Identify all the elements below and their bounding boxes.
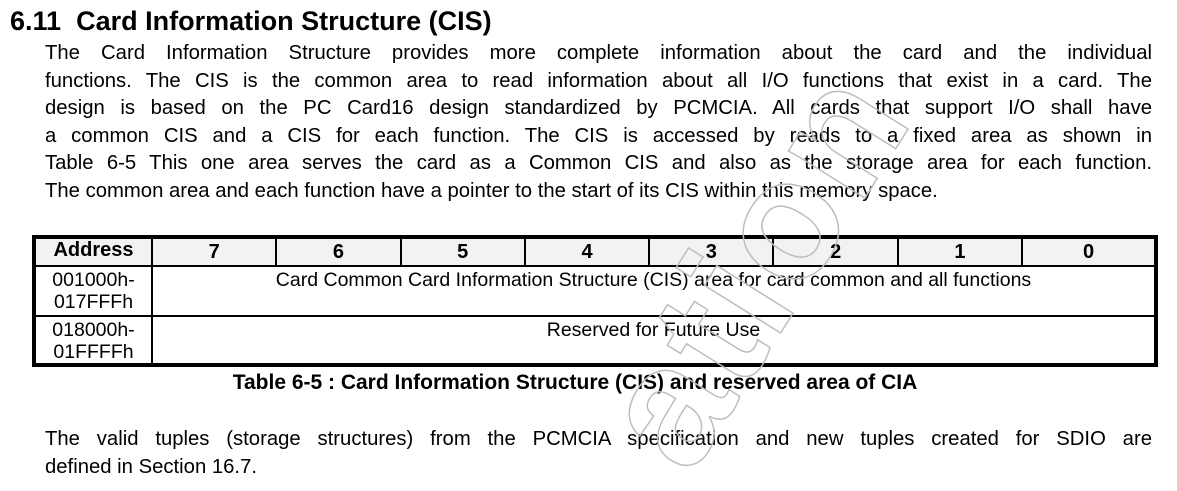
paragraph-line: a common CIS and a CIS for each function… <box>45 124 1152 147</box>
table-row: 001000h- 017FFFh Card Common Card Informa… <box>33 265 1157 317</box>
intro-paragraph: The Card Information Structure provides … <box>45 40 1152 206</box>
address-start: 018000h- <box>52 319 135 341</box>
cis-table: Address 7 6 5 4 3 2 1 0 001000h- 017FFFh … <box>32 235 1158 367</box>
address-end: 01FFFFh <box>53 341 134 363</box>
header-bit-5: 5 <box>399 236 526 267</box>
content-cell: Card Common Card Information Structure (… <box>151 265 1157 317</box>
paragraph-line: design is based on the PC Card16 design … <box>45 97 1152 120</box>
paragraph-line: The common area and each function have a… <box>45 179 938 202</box>
paragraph-line: Table 6-5 This one area serves the card … <box>45 152 1152 175</box>
document-page: 6.11 Card Information Structure (CIS) Th… <box>0 0 1177 488</box>
header-bit-2: 2 <box>772 236 899 267</box>
header-bit-3: 3 <box>648 236 775 267</box>
paragraph-line: defined in Section 16.7. <box>45 455 257 478</box>
address-start: 001000h- <box>52 269 135 291</box>
content-cell: Reserved for Future Use <box>151 315 1157 366</box>
header-bit-6: 6 <box>275 236 402 267</box>
tuples-paragraph: The valid tuples (storage structures) fr… <box>45 426 1152 481</box>
header-bit-4: 4 <box>523 236 651 267</box>
header-address: Address <box>33 236 153 267</box>
section-number: 6.11 <box>10 6 62 36</box>
paragraph-line: functions. The CIS is the common area to… <box>45 69 1152 92</box>
address-cell: 001000h- 017FFFh <box>33 265 153 317</box>
header-bit-1: 1 <box>896 236 1024 267</box>
header-bit-7: 7 <box>150 236 278 267</box>
paragraph-line: The Card Information Structure provides … <box>45 42 1152 64</box>
section-heading: 6.11 Card Information Structure (CIS) <box>10 6 492 37</box>
table-row: 018000h- 01FFFFh Reserved for Future Use <box>33 315 1157 366</box>
header-bit-0: 0 <box>1021 236 1157 267</box>
paragraph-line: The valid tuples (storage structures) fr… <box>45 428 1152 450</box>
table-caption: Table 6-5 : Card Information Structure (… <box>232 371 918 394</box>
section-title: Card Information Structure (CIS) <box>76 6 492 36</box>
address-end: 017FFFh <box>53 291 134 313</box>
address-cell: 018000h- 01FFFFh <box>33 315 153 366</box>
table-header-row: Address 7 6 5 4 3 2 1 0 <box>33 236 1157 267</box>
